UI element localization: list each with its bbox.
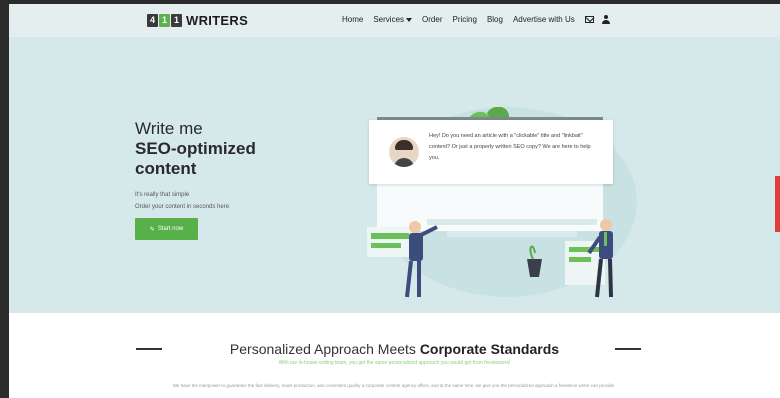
chat-message: Hey! Do you need an article with a "clic… xyxy=(429,133,591,161)
side-tab[interactable] xyxy=(775,176,780,232)
pencil-icon: ✎ xyxy=(149,226,155,233)
main-nav: Home Services Order Pricing Blog Adverti… xyxy=(342,15,610,24)
logo-char-2: 1 xyxy=(159,13,170,27)
site-logo[interactable]: 4 1 1 WRITERS xyxy=(147,12,249,28)
hero-title-line3: content xyxy=(135,159,197,178)
hero-subtitle-line1: It's really that simple xyxy=(135,192,190,198)
hero-title-line1: Write me xyxy=(135,119,203,138)
hero-title: Write me SEO-optimized content xyxy=(135,119,256,179)
mail-icon[interactable] xyxy=(584,16,594,23)
section-title-light: Personalized Approach Meets xyxy=(229,341,420,357)
nav-advertise[interactable]: Advertise with Us xyxy=(513,15,575,24)
section-subtitle: With our in-house writing team, you get … xyxy=(278,360,511,366)
nav-blog[interactable]: Blog xyxy=(487,15,503,24)
logo-text: WRITERS xyxy=(186,12,249,28)
section-title-bold: Corporate Standards xyxy=(419,341,560,357)
nav-services[interactable]: Services xyxy=(373,15,413,24)
logo-char-3: 1 xyxy=(171,13,182,27)
site-header: 4 1 1 WRITERS Home Services Order Pricin… xyxy=(9,4,780,37)
nav-pricing[interactable]: Pricing xyxy=(452,15,476,24)
section-body: We have the manpower to guarantee the fa… xyxy=(172,383,616,388)
avatar xyxy=(389,137,419,167)
start-now-button[interactable]: ✎ Start now xyxy=(135,218,198,240)
start-now-label: Start now xyxy=(157,226,184,232)
nav-order[interactable]: Order xyxy=(422,15,442,24)
chat-bubble: Hey! Do you need an article with a "clic… xyxy=(369,120,613,184)
section-title: Personalized Approach Meets Corporate St… xyxy=(9,341,780,357)
hero-subtitle: It's really that simple Order your conte… xyxy=(135,189,229,213)
chevron-down-icon xyxy=(406,17,413,22)
nav-home[interactable]: Home xyxy=(342,15,363,24)
nav-services-label: Services xyxy=(373,15,405,24)
hero-section: Write me SEO-optimized content It's real… xyxy=(9,37,780,313)
logo-char-1: 4 xyxy=(147,13,158,27)
hero-subtitle-line2: Order your content in seconds here xyxy=(135,204,230,210)
page: 4 1 1 WRITERS Home Services Order Pricin… xyxy=(9,4,780,398)
hero-title-line2: SEO-optimized xyxy=(135,139,256,158)
user-icon[interactable] xyxy=(601,15,610,24)
